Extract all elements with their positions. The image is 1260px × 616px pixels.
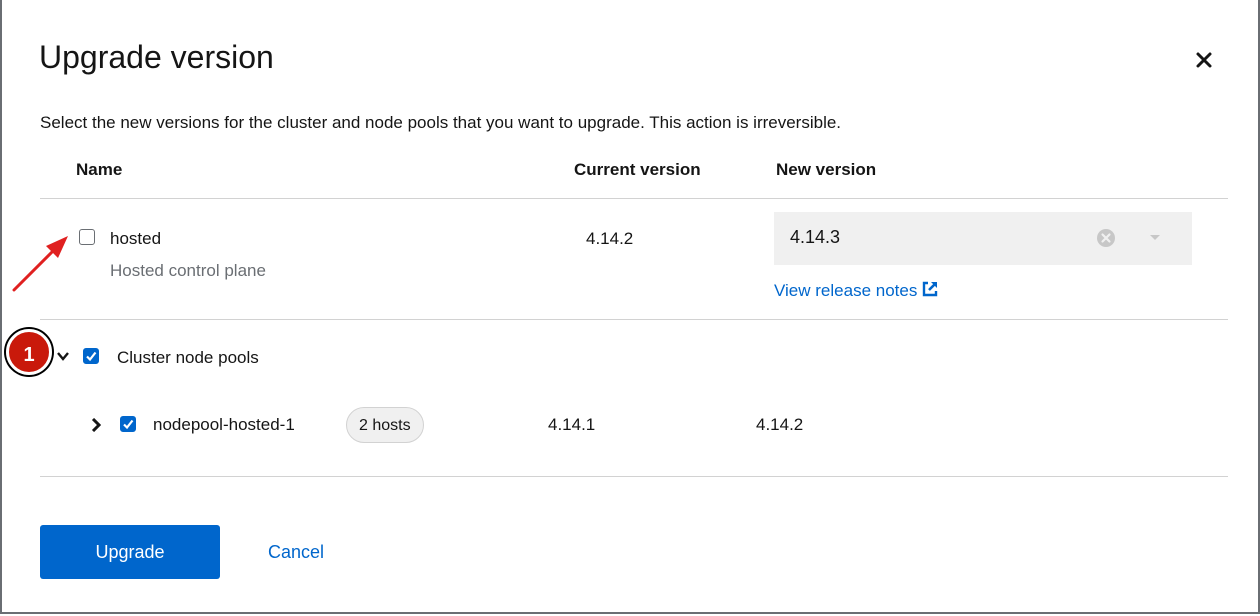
row-divider bbox=[40, 319, 1228, 320]
table-bottom-divider bbox=[40, 476, 1228, 477]
cancel-button[interactable]: Cancel bbox=[250, 525, 342, 579]
modal-description: Select the new versions for the cluster … bbox=[40, 113, 842, 132]
checkmark-icon bbox=[123, 419, 134, 430]
step-callout: 1 bbox=[6, 329, 52, 375]
view-release-notes-label: View release notes bbox=[774, 281, 918, 300]
new-version-value: 4.14.3 bbox=[790, 227, 841, 247]
external-link-icon bbox=[923, 281, 938, 297]
column-header-current-version[interactable]: Current version bbox=[574, 160, 701, 180]
chevron-right-icon[interactable] bbox=[91, 418, 101, 432]
modal-title: Upgrade version bbox=[39, 39, 274, 75]
view-release-notes-link[interactable]: View release notes bbox=[774, 280, 939, 301]
close-icon bbox=[1196, 52, 1212, 68]
control-plane-current-version: 4.14.2 bbox=[586, 229, 634, 248]
caret-down-icon[interactable] bbox=[1149, 234, 1161, 242]
hosted-checkbox[interactable] bbox=[79, 229, 95, 245]
nodepool-name: nodepool-hosted-1 bbox=[153, 415, 295, 434]
nodepool-current-version: 4.14.1 bbox=[548, 415, 596, 434]
hosts-badge: 2 hosts bbox=[346, 407, 424, 443]
column-header-new-version[interactable]: New version bbox=[776, 160, 876, 180]
upgrade-button[interactable]: Upgrade bbox=[40, 525, 220, 579]
nodepool-new-version: 4.14.2 bbox=[756, 415, 804, 434]
control-plane-subtitle: Hosted control plane bbox=[110, 261, 266, 280]
close-button[interactable] bbox=[1190, 46, 1218, 74]
upgrade-version-modal: Upgrade version Select the new versions … bbox=[0, 0, 1260, 614]
cluster-node-pools-checkbox[interactable] bbox=[83, 348, 99, 364]
chevron-down-icon[interactable] bbox=[57, 350, 69, 362]
control-plane-name: hosted bbox=[110, 229, 162, 248]
clear-icon[interactable] bbox=[1096, 228, 1116, 248]
new-version-select[interactable]: 4.14.3 bbox=[774, 212, 1192, 265]
arrow-icon bbox=[12, 236, 68, 292]
nodepool-checkbox[interactable] bbox=[120, 416, 136, 432]
column-header-name[interactable]: Name bbox=[76, 160, 122, 180]
header-divider bbox=[40, 198, 1228, 199]
cluster-node-pools-label: Cluster node pools bbox=[117, 348, 259, 367]
checkmark-icon bbox=[86, 351, 97, 362]
